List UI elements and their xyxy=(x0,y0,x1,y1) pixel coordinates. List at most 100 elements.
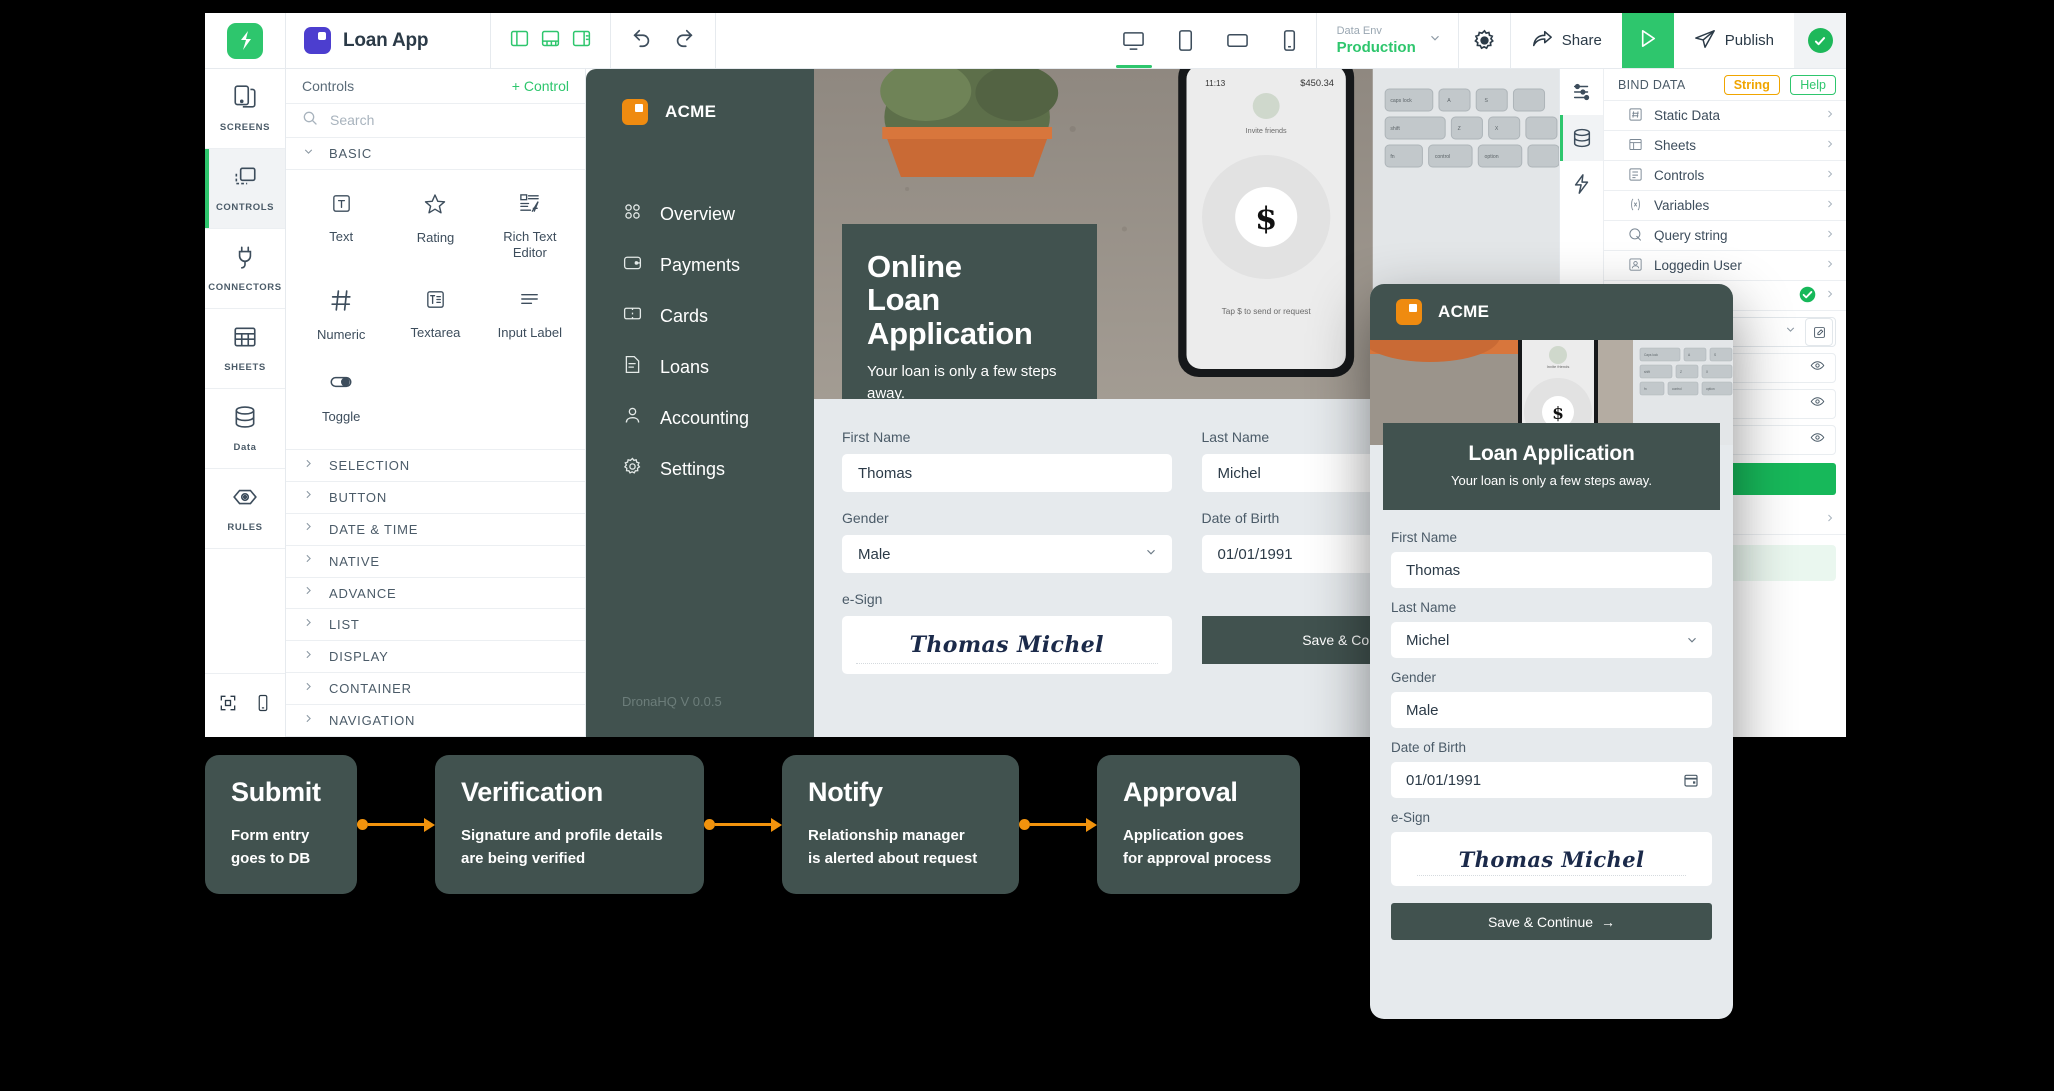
sidebar-item-sheets[interactable]: SHEETS xyxy=(205,309,285,389)
mobile-input-first-name[interactable]: Thomas xyxy=(1391,552,1712,588)
resize-icon[interactable] xyxy=(218,693,238,718)
section-button[interactable]: BUTTON xyxy=(286,482,585,514)
layout-left-icon[interactable] xyxy=(509,28,530,54)
bind-row-query-string[interactable]: Query string xyxy=(1604,221,1846,251)
share-label: Share xyxy=(1562,32,1602,49)
mobile-esign-pad[interactable]: Thomas Michel xyxy=(1391,832,1712,886)
send-icon xyxy=(1694,28,1716,54)
chevron-right-icon xyxy=(1824,258,1836,273)
esign-pad[interactable]: Thomas Michel xyxy=(842,616,1172,674)
settings-button[interactable] xyxy=(1458,13,1510,68)
status-check[interactable] xyxy=(1794,13,1846,68)
edit-binding-button[interactable] xyxy=(1805,318,1833,346)
controls-box-icon xyxy=(1628,167,1643,185)
control-tile-rating[interactable]: Rating xyxy=(388,182,482,272)
controls-search-row[interactable] xyxy=(286,104,585,139)
section-container[interactable]: CONTAINER xyxy=(286,673,585,705)
mobile-preview-icon[interactable] xyxy=(254,694,272,717)
section-basic[interactable]: BASIC xyxy=(286,138,585,170)
select-gender[interactable]: Male xyxy=(842,535,1172,573)
bind-row-loggedin-user[interactable]: Loggedin User xyxy=(1604,251,1846,281)
section-date-time-label: DATE & TIME xyxy=(329,522,418,537)
add-control-button[interactable]: + Control xyxy=(512,78,569,94)
calendar-icon[interactable] xyxy=(1683,772,1699,788)
properties-tab[interactable] xyxy=(1560,69,1603,115)
control-tile-toggle[interactable]: Toggle xyxy=(294,359,388,435)
eye-icon[interactable] xyxy=(1810,430,1825,450)
device-landscape-button[interactable] xyxy=(1212,13,1264,68)
control-tile-text[interactable]: Text xyxy=(294,182,388,272)
preview-nav-overview[interactable]: Overview xyxy=(586,195,814,233)
svg-text:Z: Z xyxy=(1458,126,1461,132)
chevron-right-icon xyxy=(302,616,315,634)
preview-brand: ACME xyxy=(586,99,814,125)
mobile-input-gender[interactable]: Male xyxy=(1391,692,1712,728)
product-logo[interactable] xyxy=(205,13,286,68)
section-display[interactable]: DISPLAY xyxy=(286,641,585,673)
actions-tab[interactable] xyxy=(1560,161,1603,207)
bind-row-static-data[interactable]: Static Data xyxy=(1604,101,1846,131)
bind-data-tab[interactable] xyxy=(1560,115,1603,161)
sidebar-item-controls[interactable]: CONTROLS xyxy=(205,149,285,229)
control-label-rich-text-editor: Rich Text Editor xyxy=(487,229,573,262)
rich-text-icon xyxy=(518,192,541,220)
input-label-icon xyxy=(518,288,541,316)
eye-icon[interactable] xyxy=(1810,358,1825,378)
header-spacer xyxy=(716,13,1108,68)
input-first-name[interactable]: Thomas xyxy=(842,454,1172,492)
field-label-first-name: First Name xyxy=(842,429,1172,445)
flow-step-submit: Submit Form entry goes to DB xyxy=(205,755,357,894)
section-native[interactable]: NATIVE xyxy=(286,546,585,578)
layout-bottom-icon[interactable] xyxy=(540,28,561,54)
control-tile-rich-text-editor[interactable]: Rich Text Editor xyxy=(483,182,577,272)
undo-icon[interactable] xyxy=(631,27,653,54)
device-desktop-button[interactable] xyxy=(1108,13,1160,68)
connector-arrowhead xyxy=(424,818,435,832)
control-tile-numeric[interactable]: Numeric xyxy=(294,278,388,353)
control-tile-input-label[interactable]: Input Label xyxy=(483,278,577,353)
section-list[interactable]: LIST xyxy=(286,609,585,641)
data-env-selector[interactable]: Data Env Production xyxy=(1316,13,1458,68)
section-date-time[interactable]: DATE & TIME xyxy=(286,514,585,546)
layout-right-icon[interactable] xyxy=(571,28,592,54)
sidebar-item-data[interactable]: Data xyxy=(205,389,285,469)
app-icon xyxy=(304,27,331,54)
share-button[interactable]: Share xyxy=(1510,13,1622,68)
publish-button[interactable]: Publish xyxy=(1674,13,1794,68)
bind-row-sheets[interactable]: Sheets xyxy=(1604,131,1846,161)
user-box-icon xyxy=(1628,257,1643,275)
flow-step-line2: goes to DB xyxy=(231,848,331,871)
mobile-app-preview: ACME Invite friends $ xyxy=(1370,284,1733,1019)
textarea-icon xyxy=(424,288,447,316)
preview-nav-accounting[interactable]: Accounting xyxy=(586,399,814,437)
mobile-input-dob[interactable]: 01/01/1991 xyxy=(1391,762,1712,798)
sidebar-item-connectors[interactable]: CONNECTORS xyxy=(205,229,285,309)
flow-step-line1: Relationship manager xyxy=(808,825,993,848)
bind-row-variables[interactable]: Variables xyxy=(1604,191,1846,221)
sidebar-item-rules[interactable]: RULES xyxy=(205,469,285,549)
eye-icon[interactable] xyxy=(1810,394,1825,414)
preview-nav-settings[interactable]: Settings xyxy=(586,450,814,488)
redo-icon[interactable] xyxy=(673,27,695,54)
mobile-save-continue-button[interactable]: Save & Continue → xyxy=(1391,903,1712,940)
section-native-label: NATIVE xyxy=(329,554,380,569)
control-tile-textarea[interactable]: Textarea xyxy=(388,278,482,353)
search-input[interactable] xyxy=(330,112,569,128)
preview-nav-payments[interactable]: Payments xyxy=(586,246,814,284)
device-mobile-button[interactable] xyxy=(1264,13,1316,68)
document-icon xyxy=(622,354,643,380)
bind-row-controls[interactable]: Controls xyxy=(1604,161,1846,191)
device-tablet-button[interactable] xyxy=(1160,13,1212,68)
app-name-cell[interactable]: Loan App xyxy=(286,13,491,68)
gear-icon xyxy=(622,456,643,482)
preview-button[interactable] xyxy=(1622,13,1674,68)
preview-nav-cards[interactable]: Cards xyxy=(586,297,814,335)
section-navigation[interactable]: NAVIGATION xyxy=(286,705,585,737)
connectors-icon xyxy=(232,244,258,275)
mobile-select-last-name[interactable]: Michel xyxy=(1391,622,1712,658)
section-advance[interactable]: ADVANCE xyxy=(286,578,585,610)
sidebar-item-screens[interactable]: SCREENS xyxy=(205,69,285,149)
preview-nav-loans[interactable]: Loans xyxy=(586,348,814,386)
section-selection[interactable]: SELECTION xyxy=(286,450,585,482)
help-button[interactable]: Help xyxy=(1790,75,1836,95)
